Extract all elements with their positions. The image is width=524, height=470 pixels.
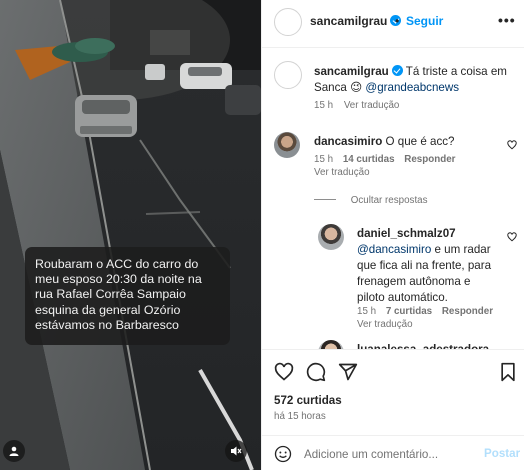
- reply-body-line-1: e um radar: [434, 243, 491, 256]
- tag-users-button[interactable]: [3, 440, 25, 462]
- caption-text: sancamilgrau Tá triste a coisa em Sanca …: [314, 64, 514, 96]
- post-panel: sancamilgrau • Seguir ••• sancamilgrau T…: [261, 0, 524, 470]
- hide-replies-toggle[interactable]: Ocultar respostas: [314, 195, 428, 206]
- comments-list[interactable]: sancamilgrau Tá triste a coisa em Sanca …: [262, 49, 524, 349]
- action-bar: 572 curtidas há 15 horas: [262, 349, 524, 429]
- reply-body-line-4: piloto automático.: [357, 291, 448, 304]
- reply-text: luanalessa_adestradora: [357, 342, 517, 349]
- caption-time: 15 h: [314, 100, 334, 111]
- reply-button[interactable]: Responder: [404, 154, 455, 165]
- comment-translate-link[interactable]: Ver tradução: [314, 166, 370, 179]
- video-text-overlay: Roubaram o ACC do carro do meu esposo 20…: [25, 247, 230, 345]
- reply-meta: 15 h 7 curtidas Responder: [357, 305, 493, 318]
- comment-icon[interactable]: [306, 362, 326, 382]
- reply-username[interactable]: daniel_schmalz07: [357, 227, 456, 240]
- heart-icon[interactable]: [274, 362, 294, 382]
- reply-body-line-3: frenagem autônoma e: [357, 275, 471, 288]
- bookmark-icon[interactable]: [499, 362, 517, 382]
- reply-time: 15 h: [357, 306, 377, 317]
- post-time[interactable]: há 15 horas: [274, 411, 326, 422]
- reply-likes[interactable]: 7 curtidas: [386, 306, 432, 317]
- reply-avatar[interactable]: [318, 340, 344, 349]
- post-header: sancamilgrau • Seguir •••: [262, 0, 524, 48]
- smiley-icon[interactable]: [274, 445, 292, 463]
- author-username-text: sancamilgrau: [310, 14, 388, 28]
- comment-text: dancasimiro O que é acc?: [314, 134, 494, 150]
- comment-likes[interactable]: 14 curtidas: [343, 154, 395, 165]
- hide-replies-label: Ocultar respostas: [350, 195, 428, 206]
- reply-avatar[interactable]: [318, 224, 344, 250]
- caption-mention-link[interactable]: @grandeabcnews: [365, 81, 459, 94]
- reply-mention-link[interactable]: @dancasimiro: [357, 243, 431, 256]
- reply-translate-link[interactable]: Ver tradução: [357, 318, 413, 331]
- share-icon[interactable]: [338, 362, 358, 382]
- comment-time: 15 h: [314, 154, 334, 165]
- likes-count[interactable]: 572 curtidas: [274, 394, 342, 407]
- commenter-avatar[interactable]: [274, 132, 300, 158]
- speaker-muted-icon: [231, 446, 242, 456]
- comment-body: O que é acc?: [385, 135, 455, 148]
- comment-input[interactable]: [304, 445, 474, 463]
- verified-badge-icon: [391, 65, 403, 76]
- comment-composer: Postar: [262, 435, 524, 470]
- author-avatar[interactable]: [274, 8, 302, 36]
- heart-icon[interactable]: [507, 140, 517, 150]
- caption-translate-link[interactable]: Ver tradução: [344, 100, 400, 111]
- post-comment-button[interactable]: Postar: [484, 447, 520, 460]
- caption-avatar[interactable]: [274, 61, 302, 89]
- video-player[interactable]: Roubaram o ACC do carro do meu esposo 20…: [0, 0, 261, 470]
- separator-dot: •: [395, 14, 400, 28]
- heart-icon[interactable]: [507, 232, 517, 242]
- comment-username[interactable]: dancasimiro: [314, 135, 382, 148]
- reply-body-line-2: que fica ali na frente, para: [357, 259, 492, 272]
- comment-meta: 15 h 14 curtidas Responder: [314, 153, 455, 166]
- caption-meta: 15 h Ver tradução: [314, 99, 399, 112]
- author-username[interactable]: sancamilgrau: [310, 14, 402, 28]
- caption-username[interactable]: sancamilgrau: [314, 65, 389, 78]
- reply-text: daniel_schmalz07 @dancasimiro e um radar…: [357, 226, 505, 306]
- follow-button[interactable]: Seguir: [406, 14, 443, 28]
- more-options-icon[interactable]: •••: [498, 12, 516, 28]
- video-overlay-text: Roubaram o ACC do carro do meu esposo 20…: [35, 257, 202, 332]
- reply-button[interactable]: Responder: [442, 306, 493, 317]
- user-tag-icon: [9, 446, 19, 456]
- mute-button[interactable]: [225, 440, 247, 462]
- video-frame: [0, 0, 261, 470]
